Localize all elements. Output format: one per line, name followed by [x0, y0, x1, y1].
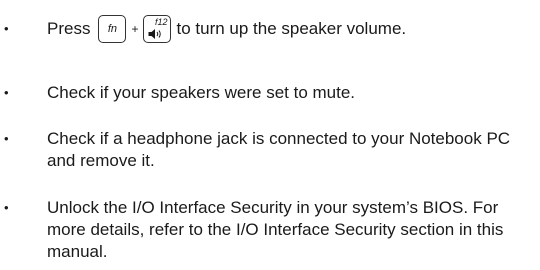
list-item-text: Check if your speakers were set to mute. — [47, 83, 356, 102]
fn-key-icon: fn — [98, 15, 127, 43]
list-item-text: Unlock the I/O Interface Security in you… — [47, 198, 504, 261]
volume-instruction-text: to turn up the speaker volume. — [176, 19, 407, 38]
troubleshooting-list: • Press fn + f12 to turn up the speaker … — [0, 0, 540, 270]
speaker-volume-up-icon — [148, 29, 162, 39]
press-text: Press — [47, 19, 91, 38]
list-item-text: Press fn + f12 to turn up the speaker vo… — [47, 14, 527, 44]
bullet-marker: • — [4, 200, 9, 215]
bullet-marker: • — [4, 131, 9, 146]
f12-key-label: f12 — [154, 17, 168, 27]
bullet-marker: • — [4, 21, 9, 36]
plus-sign: + — [131, 22, 139, 36]
fn-key-label: fn — [107, 23, 118, 35]
list-item-text: Check if a headphone jack is connected t… — [47, 129, 511, 170]
f12-key-icon: f12 — [143, 15, 172, 43]
bullet-marker: • — [4, 85, 9, 100]
